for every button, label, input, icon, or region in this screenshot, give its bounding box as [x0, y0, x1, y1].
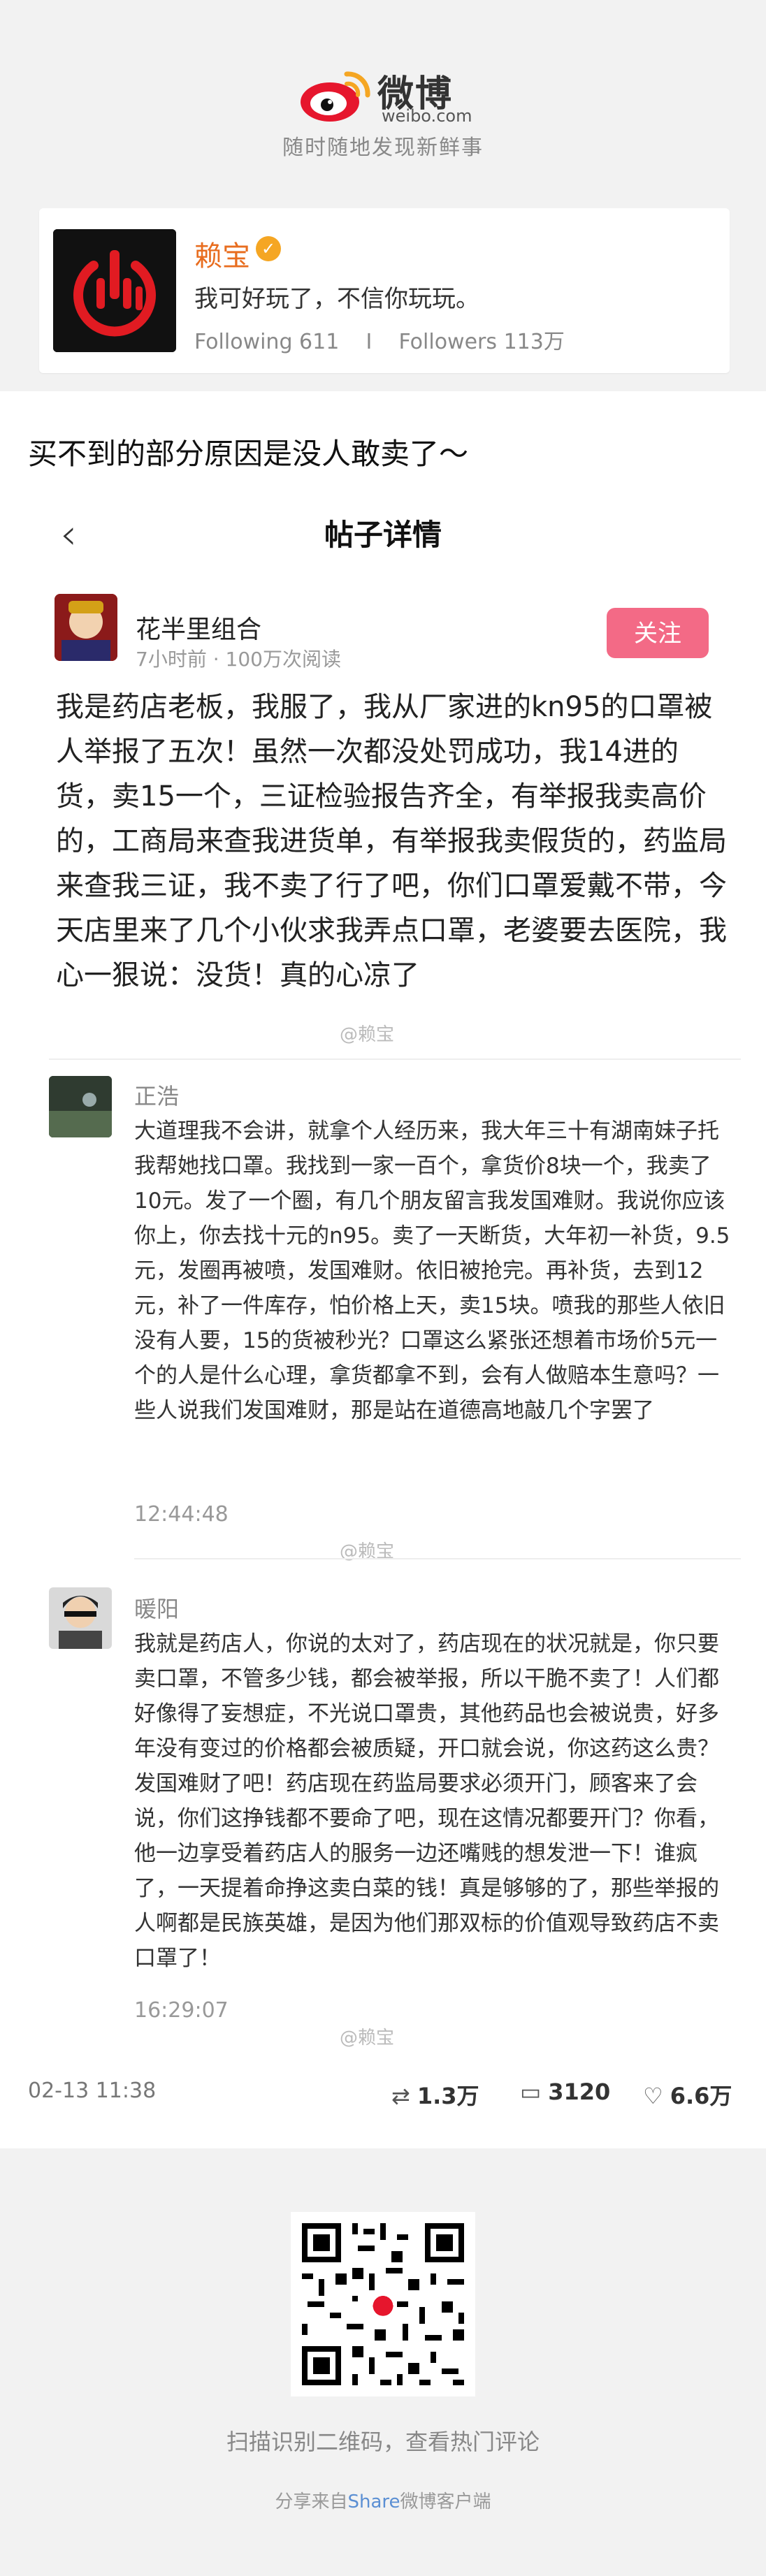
page-title: 帖子详情 — [324, 518, 442, 552]
divider — [49, 1058, 741, 1060]
following-label: Following — [194, 330, 293, 354]
op-post-body: 我是药店老板，我服了，我从厂家进的kn95的口罩被人举报了五次！虽然一次都没处罚… — [56, 691, 727, 991]
slogan: 随时随地发现新鲜事 — [282, 136, 484, 160]
share-prefix: 分享来自 — [275, 2491, 348, 2512]
chevron-left-icon[interactable]: ‹ — [60, 510, 77, 559]
comment-button[interactable]: ▭ 3120 — [520, 2079, 610, 2105]
like-count: 6.6万 — [670, 2083, 732, 2109]
power-hand-icon — [53, 229, 176, 352]
comment-body: 我就是药店人，你说的太对了，药店现在的状况就是，你只要卖口罩，不管多少钱，都会被… — [134, 1631, 719, 1971]
post-headline: 买不到的部分原因是没人敢卖了～ — [28, 437, 469, 471]
watermark: @赖宝 — [340, 1024, 395, 1045]
profile-name[interactable]: 赖宝 — [194, 233, 250, 274]
following-count: 611 — [299, 330, 340, 354]
share-source: 分享来自Share微博客户端 — [0, 2487, 766, 2513]
followers-count: 113万 — [503, 330, 565, 354]
repost-button[interactable]: ⇄ 1.3万 — [391, 2079, 479, 2111]
profile-avatar[interactable] — [53, 229, 176, 352]
brand-domain: weibo.com — [382, 106, 472, 126]
comment-author[interactable]: 正浩 — [134, 1079, 179, 1111]
comment-avatar-image — [49, 1076, 112, 1137]
comment-avatar-image — [49, 1587, 112, 1649]
post-screenshot: 买不到的部分原因是没人敢卖了～ 帖子详情 ‹ 花半里组合 7小时前 · 100万… — [0, 391, 766, 2148]
weibo-logo-icon — [301, 71, 370, 122]
watermark: @赖宝 — [340, 2028, 395, 2049]
post-date: 02-13 11:38 — [28, 2079, 157, 2103]
op-avatar-image — [55, 594, 117, 661]
op-avatar[interactable] — [55, 594, 117, 661]
comment-avatar[interactable] — [49, 1076, 112, 1137]
stats-separator: I — [366, 330, 373, 354]
comment-icon: ▭ — [520, 2079, 542, 2105]
comment-time: 16:29:07 — [134, 1998, 229, 2023]
divider — [134, 1558, 741, 1559]
profile-card[interactable]: 赖宝 ✓ 我可好玩了，不信你玩玩。 Following 611 I Follow… — [39, 208, 730, 373]
comment-author[interactable]: 暖阳 — [134, 1592, 179, 1624]
share-suffix: 微博客户端 — [400, 2491, 491, 2512]
op-meta: 7小时前 · 100万次阅读 — [136, 648, 341, 671]
follow-button[interactable]: 关注 — [607, 608, 709, 658]
qr-code[interactable] — [291, 2212, 475, 2396]
profile-stats: Following 611 I Followers 113万 — [194, 324, 565, 355]
profile-bio: 我可好玩了，不信你玩玩。 — [194, 285, 479, 313]
repost-icon: ⇄ — [391, 2083, 410, 2109]
op-name[interactable]: 花半里组合 — [136, 609, 261, 646]
comment-avatar[interactable] — [49, 1587, 112, 1649]
share-brand[interactable]: Share — [347, 2491, 400, 2512]
comment-count: 3120 — [548, 2079, 611, 2105]
qr-code-image — [291, 2212, 475, 2396]
heart-icon: ♡ — [643, 2083, 663, 2109]
like-button[interactable]: ♡ 6.6万 — [643, 2079, 732, 2111]
verified-badge-icon: ✓ — [256, 236, 281, 261]
repost-count: 1.3万 — [417, 2083, 479, 2109]
app-header: 微博 weibo.com 随时随地发现新鲜事 — [0, 0, 766, 182]
followers-label: Followers — [398, 330, 498, 354]
qr-hint: 扫描识别二维码，查看热门评论 — [226, 2429, 540, 2455]
comment-time: 12:44:48 — [134, 1502, 229, 1527]
comment-body: 大道理我不会讲，就拿个人经历来，我大年三十有湖南妹子托我帮她找口罩。我找到一家一… — [134, 1119, 730, 1423]
